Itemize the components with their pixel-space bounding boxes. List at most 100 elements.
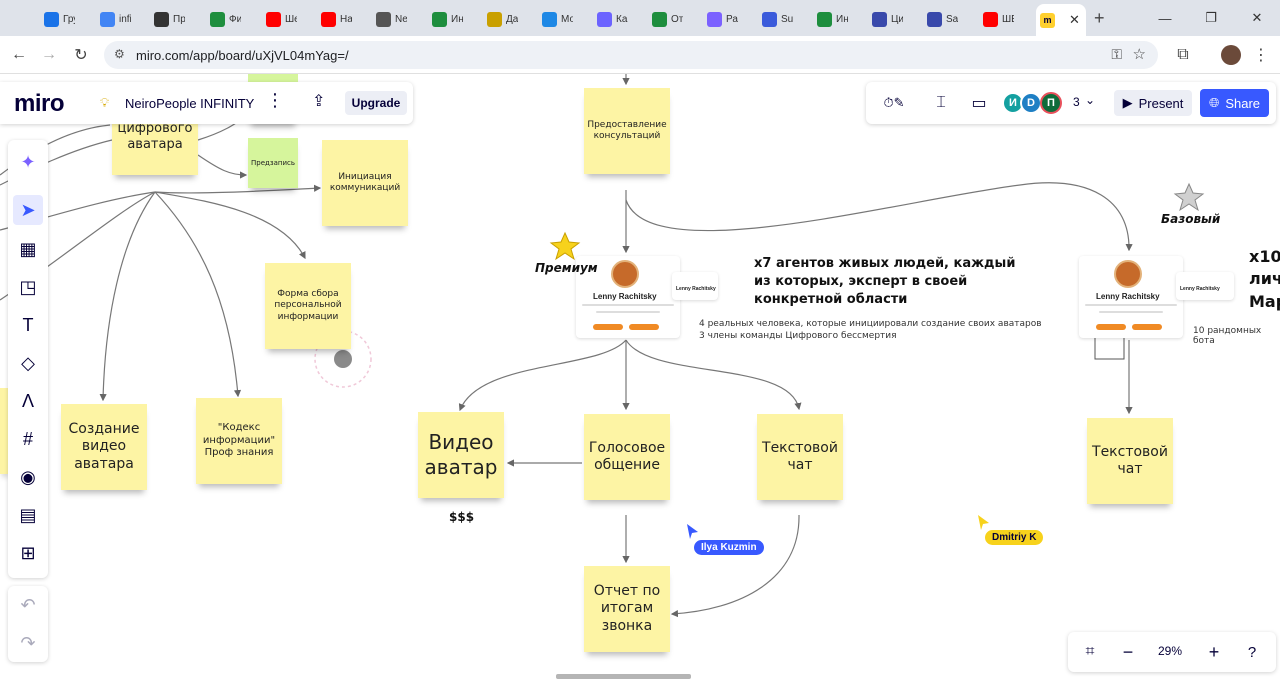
palette-icon[interactable]: ◉ (13, 462, 43, 492)
close-icon[interactable]: ✕ (1069, 12, 1080, 28)
ai-sparkle-icon[interactable]: ✦ (13, 147, 43, 177)
sticky-golosovoe[interactable]: Голосовое общение (584, 414, 670, 500)
browser-tab[interactable]: От (648, 6, 687, 32)
sticky-iniciaciya[interactable]: Инициация коммуникаций (322, 140, 408, 226)
sticky-text: Форма сбора персональной информации (274, 289, 342, 322)
browser-tab[interactable]: ШЕ (979, 6, 1018, 32)
tab-label: Ин (836, 13, 848, 25)
miro-logo[interactable]: miro (14, 90, 65, 118)
browser-tab[interactable]: Да (483, 6, 522, 32)
browser-tab[interactable]: Ци (868, 6, 907, 32)
extensions-icon[interactable]: ⧉ (1172, 44, 1194, 66)
browser-tab[interactable]: Мо (538, 6, 577, 32)
tab-label: Ра (726, 13, 738, 25)
site-info-icon[interactable]: ⚙ (114, 47, 125, 61)
browser-tab[interactable]: Ин (813, 6, 852, 32)
card-button[interactable] (629, 324, 659, 330)
zoom-out-icon[interactable]: − (1116, 640, 1140, 664)
chevron-down-icon[interactable]: ⌄ (1085, 93, 1095, 107)
comment-icon[interactable]: ▤ (13, 500, 43, 530)
x10-heading: x10 лич Мар (1249, 247, 1280, 311)
shapes-icon[interactable]: ◇ (13, 348, 43, 378)
url-field[interactable]: ⚙ miro.com/app/board/uXjVL04mYag=/ ⚿ ☆ (104, 41, 1158, 69)
sticky-kodeks[interactable]: "Кодекс информации" Проф знания (196, 398, 282, 484)
profile-card-base[interactable]: Lenny Rachitsky (1079, 256, 1183, 338)
board-menu-icon[interactable]: ⋮ (266, 90, 284, 111)
tab-label: Мо (561, 13, 573, 25)
board-name[interactable]: NeiroPeople INFINITY (125, 96, 254, 111)
zoom-in-icon[interactable]: + (1202, 640, 1226, 664)
text-tool-icon[interactable]: T (13, 310, 43, 340)
browser-tab[interactable]: Пр (150, 6, 189, 32)
card-button[interactable] (1096, 324, 1126, 330)
select-tool-icon[interactable]: ➤ (13, 195, 43, 225)
browser-tab[interactable]: infi (96, 6, 135, 32)
sticky-tekstovoy-2[interactable]: Текстовой чат (1087, 418, 1173, 504)
globe-icon: 🌐︎ (1208, 95, 1220, 110)
forward-icon[interactable]: → (38, 44, 60, 66)
key-icon[interactable]: ⚿ (1111, 46, 1122, 63)
new-tab-icon[interactable]: + (1094, 8, 1105, 29)
maximize-icon[interactable]: ❐ (1188, 0, 1234, 36)
templates-icon[interactable]: ▦ (13, 234, 43, 264)
browser-tab[interactable]: Ра (703, 6, 742, 32)
link-icon (927, 11, 942, 27)
sticky-text: Предоставление консультаций (587, 119, 667, 141)
sticky-text: Текстовой чат (762, 439, 838, 474)
zoom-level[interactable]: 29% (1158, 644, 1182, 658)
frame-icon[interactable]: # (13, 424, 43, 454)
t-icon (597, 11, 612, 27)
sticky-video[interactable]: Видео аватар (418, 412, 504, 498)
url-text: miro.com/app/board/uXjVL04mYag=/ (136, 48, 349, 63)
browser-tab[interactable]: Sal (923, 6, 962, 32)
tab-miro-active[interactable]: m ✕ (1036, 4, 1086, 36)
pen-icon[interactable]: Λ (13, 386, 43, 416)
upgrade-button[interactable]: Upgrade (345, 91, 407, 115)
sticky-predostavlenie[interactable]: Предоставление консультаций (584, 88, 670, 174)
profile-avatar[interactable] (1221, 45, 1241, 65)
fit-frame-icon[interactable]: ⌗ (1078, 640, 1102, 664)
browser-tab[interactable]: Фи (206, 6, 245, 32)
minimize-icon[interactable]: — (1142, 0, 1188, 36)
undo-icon[interactable]: ↶ (13, 590, 43, 620)
reactions-icon[interactable]: ⏱✎ (876, 92, 912, 114)
cursor-yellow-icon (978, 515, 989, 530)
tab-label: infi (119, 13, 131, 25)
back-icon[interactable]: ← (8, 44, 30, 66)
profile-card-side: Lenny Rachitsky (672, 272, 718, 300)
video-call-icon[interactable]: ▭ (968, 92, 990, 114)
browser-tab[interactable]: Как (593, 6, 632, 32)
browser-tab[interactable]: Ne (372, 6, 411, 32)
horizontal-scrollbar[interactable] (556, 674, 691, 679)
browser-tab[interactable]: Ин (428, 6, 467, 32)
card-button[interactable] (593, 324, 623, 330)
share-button[interactable]: 🌐︎ Share (1200, 89, 1269, 117)
miro-board-canvas[interactable]: цифрового аватара Предзапись Инициация к… (0, 74, 1280, 679)
export-icon[interactable]: ⇪ (312, 91, 325, 111)
window-close-icon[interactable]: ✕ (1234, 0, 1280, 36)
sticky-otchet[interactable]: Отчет по итогам звонка (584, 566, 670, 652)
collaborator-count[interactable]: 3 (1073, 95, 1080, 109)
collaborator-avatar[interactable]: П (1040, 92, 1062, 114)
help-icon[interactable]: ? (1240, 640, 1264, 664)
browser-tab[interactable]: На (317, 6, 356, 32)
add-more-icon[interactable]: ⊞ (13, 538, 43, 568)
redo-icon[interactable]: ↷ (13, 628, 43, 658)
collaborator-avatar[interactable]: D (1020, 92, 1042, 114)
bookmark-star-icon[interactable]: ☆ (1133, 45, 1146, 63)
screen-share-icon[interactable]: ⌶ (930, 92, 952, 114)
zoom-bar: ⌗ − 29% + ? (1068, 632, 1276, 672)
browser-tab[interactable]: Гру (40, 6, 79, 32)
sticky-forma[interactable]: Форма сбора персональной информации (265, 263, 351, 349)
sticky-tekstovoy-1[interactable]: Текстовой чат (757, 414, 843, 500)
sticky-sozdanie[interactable]: Создание видео аватара (61, 404, 147, 490)
browser-tab[interactable]: Su (758, 6, 797, 32)
tab-label: Да (506, 13, 518, 25)
sticky-note-icon[interactable]: ◳ (13, 272, 43, 302)
reload-icon[interactable]: ↻ (70, 44, 92, 66)
sticky-predzapis[interactable]: Предзапись (248, 138, 298, 188)
card-button[interactable] (1132, 324, 1162, 330)
present-button[interactable]: ▶ Present (1114, 90, 1192, 116)
browser-menu-icon[interactable]: ⋮ (1250, 44, 1272, 66)
browser-tab[interactable]: Ше (262, 6, 301, 32)
